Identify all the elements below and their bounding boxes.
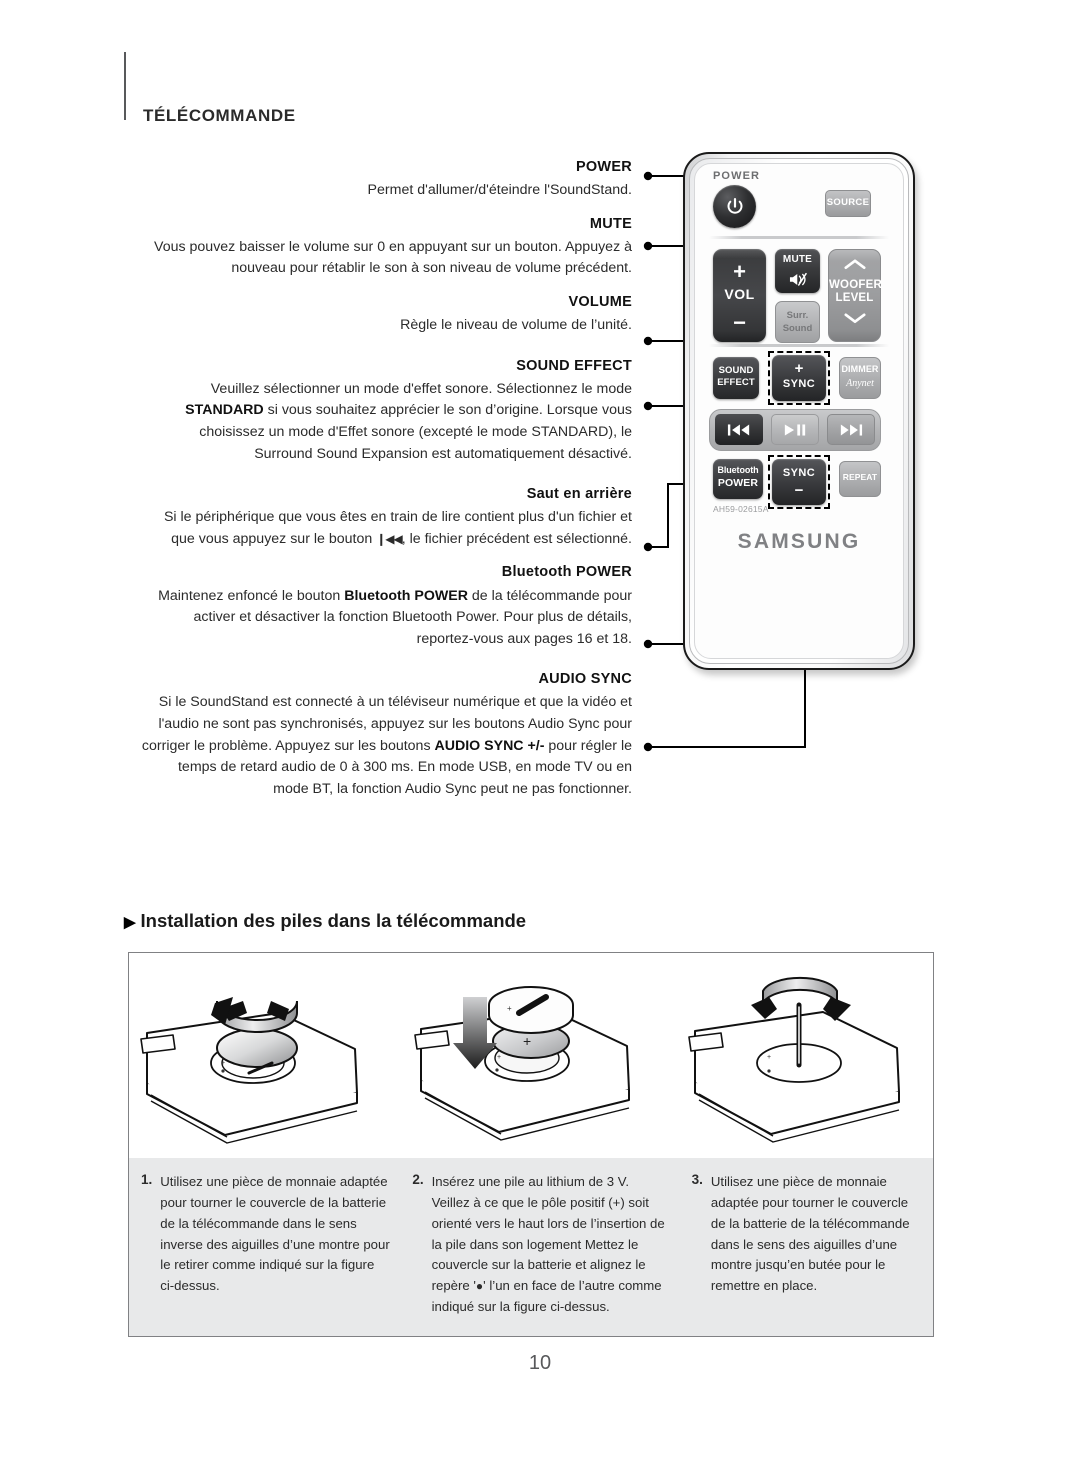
battery-heading-text: Installation des piles dans la télécomma…	[140, 910, 527, 931]
svg-text:+: +	[497, 1054, 501, 1061]
remote-model-number: AH59-02615A	[713, 504, 769, 514]
battery-figure-3: +	[681, 953, 935, 1158]
samsung-brand-logo: SAMSUNG	[737, 530, 861, 553]
callout-body-power: Permet d'allumer/d'éteindre l'SoundStand…	[367, 182, 632, 199]
play-pause-icon	[784, 423, 806, 436]
repeat-button[interactable]: REPEAT	[839, 461, 881, 497]
dimmer-button[interactable]: DIMMER Anynet	[839, 357, 881, 399]
battery-instructions-panel: + + + + + 1. Utilisez une pièce de monna…	[128, 952, 934, 1337]
callout-label-sound-effect: SOUND EFFECT	[516, 357, 632, 374]
chevron-up-icon	[843, 259, 866, 270]
battery-figure-2: + + +	[401, 953, 681, 1158]
sync-plus-sign: +	[794, 360, 804, 377]
volume-label: VOL	[724, 286, 755, 302]
woofer-label-line1: WOOFER	[829, 279, 882, 291]
power-button[interactable]	[713, 185, 756, 228]
sound-effect-label-line1: SOUND	[718, 365, 754, 376]
mute-button[interactable]: MUTE	[775, 249, 820, 293]
header-accent-rule	[124, 52, 126, 120]
mute-button-label: MUTE	[782, 254, 813, 265]
page-title: TÉLÉCOMMANDE	[143, 106, 296, 125]
battery-step-1-text: Utilisez une pièce de monnaie adaptée po…	[160, 1174, 390, 1294]
battery-steps-band: 1. Utilisez une pièce de monnaie adaptée…	[129, 1158, 933, 1336]
sound-effect-label-line2: EFFECT	[717, 377, 755, 388]
woofer-label-line2: LEVEL	[835, 292, 874, 304]
remote-control-figure: POWER SOURCE + VOL − MUTE Surr. Sound WO…	[683, 152, 915, 670]
callout-label-mute: MUTE	[589, 215, 632, 232]
repeat-button-label: REPEAT	[842, 472, 878, 482]
play-pause-button[interactable]	[771, 414, 819, 445]
sound-effect-button[interactable]: SOUND EFFECT	[713, 357, 759, 399]
surround-label-line1: Surr.	[786, 310, 809, 321]
volume-down-label: −	[733, 310, 746, 335]
chevron-down-icon	[843, 313, 866, 324]
callout-list: POWER Permet d'allumer/d'éteindre l'Soun…	[140, 158, 632, 800]
callout-body-mute: Vous pouvez baisser le volume sur 0 en a…	[154, 238, 632, 277]
callout-label-skip-back: Saut en arrière	[526, 486, 632, 503]
anynet-logo: Anynet	[846, 378, 874, 389]
battery-step-1: 1. Utilisez une pièce de monnaie adaptée…	[129, 1158, 400, 1336]
page-number: 10	[528, 1352, 552, 1374]
callout-label-power: POWER	[575, 159, 632, 175]
mute-speaker-icon	[789, 272, 807, 286]
callout-body-skip-back: Si le périphérique que vous êtes en trai…	[163, 509, 632, 547]
callout-label-volume: VOLUME	[568, 293, 632, 310]
skip-forward-button[interactable]	[827, 414, 875, 445]
bluetooth-power-label-line2: POWER	[717, 477, 759, 489]
bluetooth-power-label-line1: Bluetooth	[717, 465, 759, 475]
callout-body-sound-effect: Veuillez sélectionner un mode d'effet so…	[185, 380, 632, 462]
battery-section-heading: ▶ Installation des piles dans la télécomm…	[124, 910, 526, 932]
callout-label-bluetooth-power: Bluetooth POWER	[501, 564, 632, 581]
battery-step-2-text: Insérez une pile au lithium de 3 V. Veil…	[431, 1174, 665, 1315]
audio-sync-plus-button[interactable]: + SYNC	[772, 355, 826, 401]
bluetooth-power-button[interactable]: Bluetooth POWER	[713, 459, 763, 499]
surround-label-line2: Sound	[782, 323, 813, 334]
audio-sync-minus-button[interactable]: SYNC −	[772, 459, 826, 505]
skip-forward-icon	[840, 423, 863, 436]
dimmer-button-label: DIMMER	[841, 364, 879, 374]
sync-minus-sign: −	[794, 482, 804, 499]
battery-step-1-number: 1.	[141, 1172, 153, 1187]
volume-rocker[interactable]: + VOL −	[713, 249, 766, 342]
svg-text:+: +	[507, 1004, 512, 1013]
battery-step-3-number: 3.	[691, 1172, 703, 1187]
battery-figure-2-drawing: + + +	[414, 986, 630, 1141]
callout-label-audio-sync: AUDIO SYNC	[538, 671, 632, 688]
sync-plus-label: SYNC	[782, 378, 816, 390]
power-button-caption: POWER	[713, 170, 761, 182]
battery-step-3: 3. Utilisez une pièce de monnaie adaptée…	[680, 1158, 933, 1336]
callout-body-audio-sync: Si le SoundStand est connecté à un télév…	[141, 694, 632, 797]
callout-body-bluetooth-power: Maintenez enfoncé le bouton Bluetooth PO…	[158, 587, 632, 647]
heading-arrow-icon: ▶	[124, 914, 136, 931]
battery-step-2: 2. Insérez une pile au lithium de 3 V. V…	[400, 1158, 679, 1336]
svg-text:+: +	[221, 1060, 225, 1067]
woofer-level-rocker[interactable]: WOOFER LEVEL	[828, 249, 882, 342]
face-divider-top	[709, 236, 889, 239]
battery-step-3-text: Utilisez une pièce de monnaie adaptée po…	[710, 1174, 910, 1294]
battery-figure-1: +	[129, 953, 401, 1158]
skip-back-button[interactable]	[715, 414, 763, 445]
source-button[interactable]: SOURCE	[825, 190, 871, 217]
volume-up-label: +	[733, 259, 746, 284]
surround-sound-button[interactable]: Surr. Sound	[775, 301, 820, 343]
battery-step-2-number: 2.	[412, 1172, 424, 1187]
power-icon	[727, 197, 742, 214]
skip-back-icon	[727, 423, 750, 436]
battery-figure-1-drawing: +	[140, 997, 358, 1144]
source-button-label: SOURCE	[826, 197, 870, 208]
sync-minus-label: SYNC	[782, 467, 816, 479]
svg-text:+: +	[523, 1033, 531, 1049]
remote-face: POWER SOURCE + VOL − MUTE Surr. Sound WO…	[699, 168, 899, 654]
face-divider-middle	[709, 344, 889, 347]
callout-body-volume: Règle le niveau de volume de l’unité.	[400, 317, 632, 334]
svg-text:+: +	[767, 1054, 771, 1061]
battery-figure-3-drawing: +	[688, 976, 900, 1143]
